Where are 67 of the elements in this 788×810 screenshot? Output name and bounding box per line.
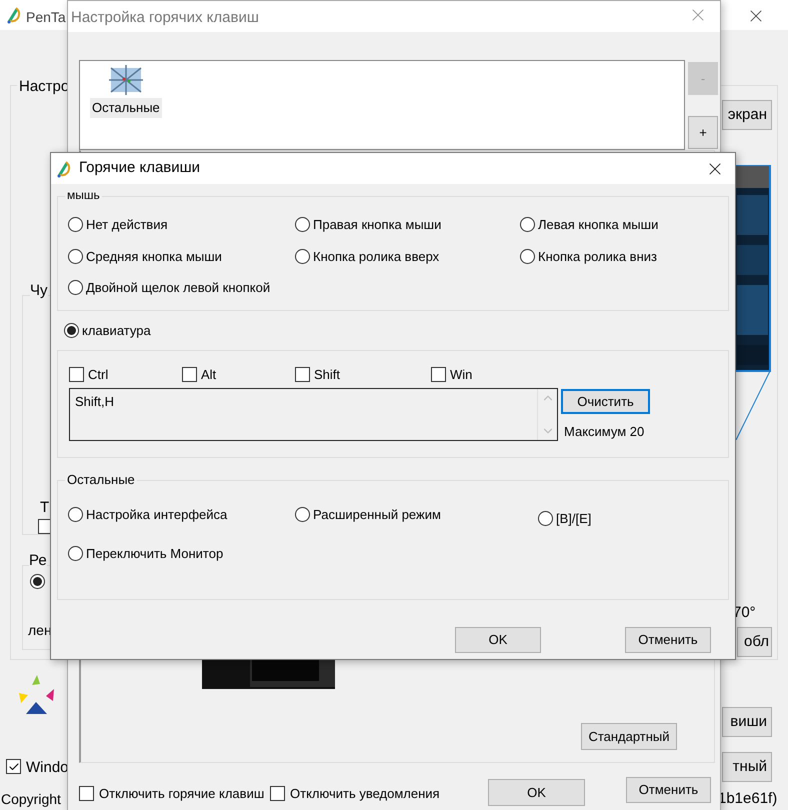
radio-button[interactable] bbox=[295, 217, 310, 232]
radio-button[interactable] bbox=[520, 248, 535, 264]
checkbox[interactable] bbox=[69, 366, 84, 382]
max-note: Максимум 20 bbox=[564, 423, 646, 441]
hotkeys-button[interactable]: виши bbox=[722, 707, 772, 737]
checkbox-label: Win bbox=[450, 366, 472, 384]
ok-button[interactable]: OK bbox=[455, 626, 541, 652]
logo-icon bbox=[18, 673, 56, 715]
radio-button[interactable] bbox=[538, 510, 553, 526]
checkbox-label: Windo bbox=[26, 758, 69, 778]
checkbox-label: Ctrl bbox=[88, 366, 108, 384]
dialog-title: Горячие клавиши bbox=[79, 158, 202, 178]
pen-icon bbox=[6, 6, 22, 24]
radio-button[interactable] bbox=[295, 248, 310, 264]
radio-label: Правая кнопка мыши bbox=[313, 216, 442, 234]
radio-label: Двойной щелок левой кнопкой bbox=[86, 279, 270, 297]
ok-button[interactable]: OK bbox=[488, 779, 585, 806]
radio-label: Переключить Монитор bbox=[86, 545, 224, 563]
radio-label: Кнопка ролика вниз bbox=[538, 248, 657, 266]
radio-button[interactable] bbox=[520, 217, 535, 232]
check-icon bbox=[8, 760, 20, 772]
pen-icon bbox=[56, 160, 72, 178]
checkbox[interactable] bbox=[295, 366, 310, 382]
checkbox-label: Отключить горячие клавиш bbox=[99, 785, 264, 803]
add-button[interactable]: + bbox=[688, 116, 718, 149]
label: Т bbox=[40, 498, 50, 518]
copyright-text: Copyright bbox=[1, 790, 61, 809]
radio-button[interactable] bbox=[295, 506, 310, 522]
checkbox[interactable] bbox=[270, 786, 285, 802]
screen-button[interactable]: экран bbox=[722, 100, 772, 130]
radio-label: клавиатура bbox=[82, 322, 151, 340]
standard-button[interactable]: Стандартный bbox=[581, 723, 677, 750]
area-button[interactable]: обл bbox=[737, 627, 772, 657]
radio-button[interactable] bbox=[64, 323, 79, 338]
cancel-button[interactable]: Отменить bbox=[625, 626, 711, 652]
window-title: PenTa bbox=[26, 8, 66, 27]
radio-label: [B]/[E] bbox=[556, 510, 592, 528]
item-label: Остальные bbox=[90, 98, 162, 118]
radio-button[interactable] bbox=[30, 574, 45, 589]
group-label: Остальные bbox=[65, 472, 137, 488]
cancel-button[interactable]: Отменить bbox=[626, 777, 711, 803]
radio-label: Нет действия bbox=[86, 216, 168, 234]
radio-label: Расширенный режим bbox=[313, 506, 441, 524]
checkbox-label: Отключить уведомления bbox=[290, 785, 440, 803]
radio-button[interactable] bbox=[68, 506, 83, 522]
radio-label: Настройка интерфейса bbox=[86, 506, 228, 524]
radio-button[interactable] bbox=[68, 248, 83, 264]
list-box[interactable]: Остальные bbox=[79, 60, 685, 150]
version-text: 1b1e61f) bbox=[718, 789, 778, 809]
clear-button[interactable]: Очистить bbox=[561, 389, 650, 414]
radio-label: Кнопка ролика вверх bbox=[313, 248, 440, 266]
radio-button[interactable] bbox=[68, 280, 83, 296]
window-title: Настройка горячих клавиш bbox=[71, 8, 259, 28]
default-button[interactable]: тный bbox=[722, 752, 772, 782]
checkbox[interactable] bbox=[79, 786, 94, 802]
radio-button[interactable] bbox=[68, 546, 83, 562]
list-item[interactable]: Остальные bbox=[88, 65, 164, 118]
checkbox[interactable] bbox=[182, 366, 197, 382]
radio-button[interactable] bbox=[68, 217, 83, 232]
checkbox[interactable] bbox=[6, 759, 21, 774]
crosshair-icon bbox=[108, 65, 143, 95]
checkbox-label: Shift bbox=[314, 366, 340, 384]
checkbox[interactable] bbox=[431, 366, 446, 382]
radio-label: Средняя кнопка мыши bbox=[86, 248, 222, 266]
checkbox-label: Alt bbox=[201, 366, 216, 384]
angle-text: 70° bbox=[733, 603, 756, 623]
radio-label: Левая кнопка мыши bbox=[538, 216, 658, 234]
